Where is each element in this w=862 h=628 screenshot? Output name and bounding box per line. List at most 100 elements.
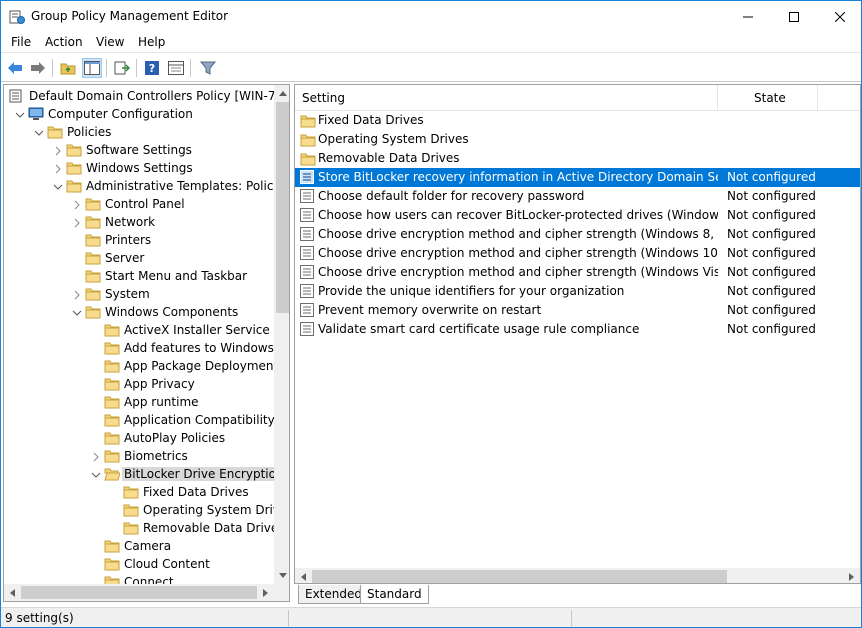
collapsed-chevron-icon[interactable] [72,199,82,210]
collapsed-chevron-icon[interactable] [72,289,82,300]
tree-item[interactable]: Operating System Drives [4,501,274,519]
tree-item[interactable]: System [4,285,274,303]
tree-item-label: Add features to Windows 10 [124,341,274,355]
tree-item[interactable]: Camera [4,537,274,555]
tree-item[interactable]: Add features to Windows 10 [4,339,274,357]
tree-vertical-scroll-thumb[interactable] [276,102,289,313]
tree-horizontal-scroll-thumb[interactable] [21,586,257,599]
expanded-chevron-icon[interactable] [72,307,82,317]
tree-item[interactable]: Printers [4,231,274,249]
maximize-button[interactable] [771,1,817,32]
list-horizontal-scrollbar[interactable] [295,568,860,583]
tree-item[interactable]: Network [4,213,274,231]
tree-item[interactable]: App Privacy [4,375,274,393]
filter-icon[interactable] [198,58,218,78]
list-item[interactable]: Removable Data Drives [295,149,860,168]
tab-extended[interactable]: Extended [298,585,369,604]
tree-item[interactable]: Application Compatibility [4,411,274,429]
tree-item[interactable]: Biometrics [4,447,274,465]
forward-icon[interactable] [28,58,48,78]
setting-state: Not configured [727,170,816,184]
tab-standard[interactable]: Standard [360,585,429,604]
tree-horizontal-scrollbar[interactable] [4,584,274,601]
tree-item[interactable]: App Package Deployment [4,357,274,375]
list-item[interactable]: Store BitLocker recovery information in … [295,168,860,187]
tree-item[interactable]: Start Menu and Taskbar [4,267,274,285]
scroll-left-arrow-icon[interactable] [4,584,21,601]
expanded-chevron-icon[interactable] [53,181,63,191]
close-button[interactable] [817,1,862,32]
svg-text:?: ? [149,62,155,75]
tree-item[interactable]: Windows Components [4,303,274,321]
list-scroll-left-arrow-icon[interactable] [295,568,312,583]
list-item[interactable]: Operating System Drives [295,130,860,149]
tree-item-label: BitLocker Drive Encryption [122,467,274,481]
collapsed-chevron-icon[interactable] [53,145,63,156]
policy-icon [9,88,25,104]
tree-item[interactable]: Cloud Content [4,555,274,573]
list-horizontal-scroll-thumb[interactable] [312,570,727,583]
list-item[interactable]: Prevent memory overwrite on restart Not c… [295,301,860,320]
list-item[interactable]: Choose drive encryption method and ciphe… [295,244,860,263]
tree-item-label: Start Menu and Taskbar [105,269,248,283]
expanded-chevron-icon[interactable] [34,127,44,137]
export-list-icon[interactable] [112,58,132,78]
list-scroll-right-arrow-icon[interactable] [843,568,860,583]
expanded-chevron-icon[interactable] [91,469,101,479]
menu-view[interactable]: View [96,35,124,49]
tree-item[interactable]: Policies [4,123,274,141]
scroll-up-arrow-icon[interactable] [274,85,289,102]
tree-item[interactable]: Control Panel [4,195,274,213]
setting-name: Choose how users can recover BitLocker-p… [318,208,718,222]
up-folder-icon[interactable] [58,58,78,78]
tree-item[interactable]: AutoPlay Policies [4,429,274,447]
scroll-down-arrow-icon[interactable] [274,567,289,584]
setting-name: Choose default folder for recovery passw… [318,189,585,203]
help-icon[interactable]: ? [142,58,162,78]
tree-item-label: Policies [67,125,112,139]
tree-vertical-scrollbar[interactable] [274,85,289,584]
tree-item[interactable]: Fixed Data Drives [4,483,274,501]
column-header: Setting State [295,85,860,111]
tree-item[interactable]: Default Domain Controllers Policy [WIN-7… [4,87,274,105]
list-item[interactable]: Provide the unique identifiers for your … [295,282,860,301]
list-item[interactable]: Validate smart card certificate usage ru… [295,320,860,339]
collapsed-chevron-icon[interactable] [72,217,82,228]
back-icon[interactable] [5,58,25,78]
expanded-chevron-icon[interactable] [15,109,25,119]
folder-icon [104,376,120,392]
policy-setting-icon [300,170,314,184]
tree-item[interactable]: ActiveX Installer Service [4,321,274,339]
collapsed-chevron-icon[interactable] [53,163,63,174]
policy-setting-icon [300,246,314,260]
tree-item[interactable]: App runtime [4,393,274,411]
folder-icon [123,520,139,536]
column-state[interactable]: State [754,91,786,105]
tree-item[interactable]: Windows Settings [4,159,274,177]
list-item[interactable]: Choose default folder for recovery passw… [295,187,860,206]
tree-item[interactable]: Software Settings [4,141,274,159]
tree-item-label: System [105,287,150,301]
tree-item[interactable]: Removable Data Drives [4,519,274,537]
minimize-button[interactable] [725,1,771,32]
list-item[interactable]: Choose drive encryption method and ciphe… [295,225,860,244]
show-hide-tree-icon[interactable] [82,58,102,78]
extended-view-icon[interactable] [166,58,186,78]
tree-item-label: Printers [105,233,152,247]
tree-item[interactable]: Administrative Templates: Policy definit… [4,177,274,195]
list-item[interactable]: Choose drive encryption method and ciphe… [295,263,860,282]
scroll-right-arrow-icon[interactable] [257,584,274,601]
list-item[interactable]: Choose how users can recover BitLocker-p… [295,206,860,225]
tree-item[interactable]: BitLocker Drive Encryption [4,465,274,483]
column-setting[interactable]: Setting [302,91,345,105]
main-window: Group Policy Management Editor File Acti… [0,0,862,628]
menu-help[interactable]: Help [138,35,165,49]
tree-item[interactable]: Computer Configuration [4,105,274,123]
menu-action[interactable]: Action [45,35,83,49]
tree-item-label: Computer Configuration [48,107,193,121]
collapsed-chevron-icon[interactable] [91,451,101,462]
policy-setting-icon [300,189,314,203]
list-item[interactable]: Fixed Data Drives [295,111,860,130]
menu-file[interactable]: File [11,35,31,49]
tree-item[interactable]: Server [4,249,274,267]
